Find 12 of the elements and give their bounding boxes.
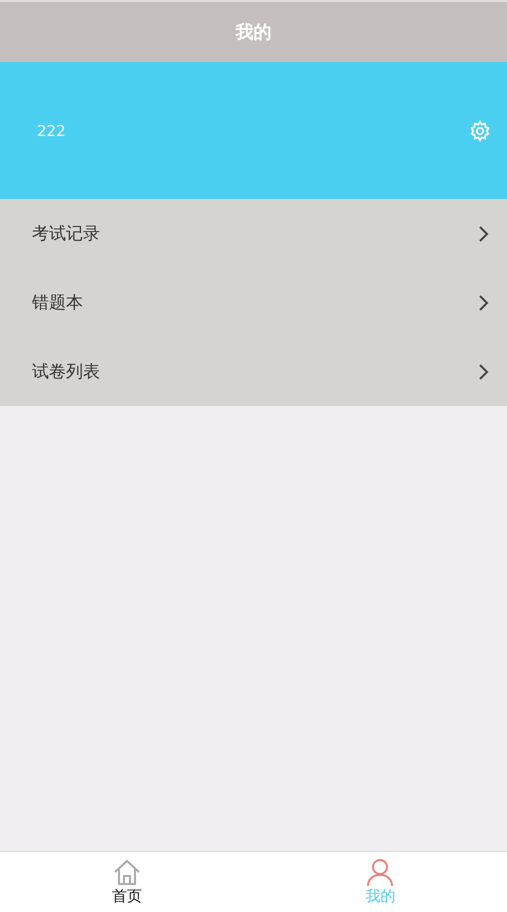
tab[interactable]: 首页 bbox=[0, 852, 254, 912]
menu-item[interactable]: 试卷列表 bbox=[0, 337, 507, 406]
menu-item[interactable]: 错题本 bbox=[0, 268, 507, 337]
settings-icon[interactable] bbox=[469, 120, 491, 142]
page-title: 我的 bbox=[236, 21, 272, 44]
username: 222 bbox=[37, 122, 66, 140]
chevron-right-icon bbox=[477, 224, 489, 242]
chevron-right-icon bbox=[477, 362, 489, 380]
chevron-right-icon bbox=[477, 294, 489, 312]
menu-item[interactable]: 考试记录 bbox=[0, 199, 507, 268]
home-icon bbox=[112, 858, 142, 886]
person-icon bbox=[365, 858, 396, 886]
